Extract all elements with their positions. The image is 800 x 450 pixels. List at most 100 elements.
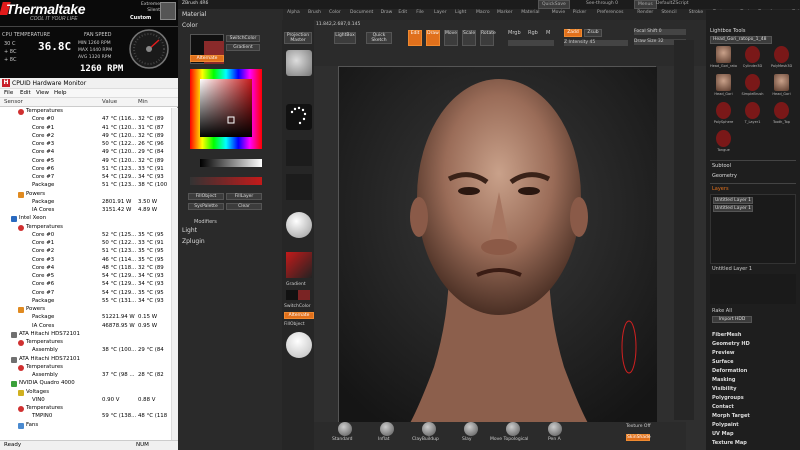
focal-shift-slider[interactable]: Focal Shift 0 [634,29,686,35]
sensor-row[interactable]: Package 51 °C (123... 38 °C (100 [0,182,170,190]
subpalette-fibermesh[interactable]: FiberMesh [712,332,741,338]
claybuildup-brush-icon[interactable] [422,422,436,436]
sensor-row[interactable]: Temperatures [0,339,170,347]
alternate-button[interactable]: Alternate [190,55,224,62]
menu-brush[interactable]: Brush [308,10,321,15]
quick-sketch-button[interactable]: Quick Sketch [366,32,392,44]
tool-thumbnail[interactable]: Head_Gori_ratopo [710,46,737,72]
sensor-row[interactable]: Fans [0,422,170,430]
sphere-thumbnail[interactable] [286,332,312,358]
menu-file[interactable]: File [4,90,13,96]
pen-a-brush-icon[interactable] [548,422,562,436]
menu-light[interactable]: Light [455,10,466,15]
sensor-row[interactable]: Core #0 52 °C (125... 35 °C (95 [0,232,170,240]
layer-item[interactable]: Untitled Layer 1 [713,205,753,212]
menu-macro[interactable]: Macro [476,10,490,15]
vertical-scrollbar[interactable] [171,108,178,440]
subpalette-polygroups[interactable]: Polygroups [712,395,744,401]
menu-draw[interactable]: Draw [381,10,393,15]
column-value[interactable]: Value [102,99,117,105]
sensor-row[interactable]: Package 2801.91 W 3.50 W [0,199,170,207]
sensor-row[interactable]: Temperatures [0,364,170,372]
rake-all-label[interactable]: Rake All [712,308,732,314]
subtool-section[interactable]: Subtool [712,163,731,169]
quicksave-button[interactable]: QuickSave [538,0,570,9]
subpalette-surface[interactable]: Surface [712,359,734,365]
color-panel-title[interactable]: Color [182,22,198,29]
subpalette-texture-map[interactable]: Texture Map [712,440,747,446]
sensor-row[interactable]: Temperatures [0,108,170,116]
fillobject-button[interactable]: FillObject [188,193,224,200]
tool-thumbnail[interactable]: Head_Gori [768,74,795,100]
tool-thumbnail[interactable]: T_Layer1 [739,102,766,128]
sensor-row[interactable]: Core #1 41 °C (120... 31 °C (87 [0,125,170,133]
tool-thumbnail[interactable]: PolyMesh3D [768,46,795,72]
switchcolor-label[interactable]: SwitchColor [284,304,311,309]
zadd-button[interactable]: Zadd [564,29,582,37]
menu-layer[interactable]: Layer [434,10,447,15]
modifiers-label[interactable]: Modifiers [194,219,217,225]
zsub-button[interactable]: Zsub [584,29,602,37]
column-min[interactable]: Min [138,99,148,105]
menu-color[interactable]: Color [329,10,341,15]
layers-section[interactable]: Layers [712,186,729,192]
move-topological-brush-icon[interactable] [506,422,520,436]
sensor-row[interactable]: Intel Xeon [0,215,170,223]
sensor-row[interactable]: Core #3 46 °C (114... 35 °C (95 [0,257,170,265]
inflat-brush-icon[interactable] [380,422,394,436]
sensor-row[interactable]: Core #4 49 °C (120... 29 °C (84 [0,149,170,157]
filllayer-button[interactable]: FillLayer [226,193,262,200]
slay-brush-icon[interactable] [464,422,478,436]
sensor-row[interactable]: ATA Hitachi HDS72101 [0,331,170,339]
lightbox-tools-title[interactable]: Lightbox Tools [710,28,745,34]
sensor-row[interactable]: Temperatures [0,405,170,413]
menu-edit[interactable]: Edit [20,90,31,96]
sensor-row[interactable]: IA Cores 3151.42 W 4.89 W [0,207,170,215]
skinshade-material-button[interactable]: SkinShade [626,434,651,441]
m-toggle[interactable]: M [546,30,550,36]
sensor-row[interactable]: Core #3 50 °C (122... 26 °C (96 [0,141,170,149]
sensor-row[interactable]: Core #7 54 °C (129... 35 °C (95 [0,290,170,298]
seethrough-slider[interactable]: See-through 0 [586,1,618,6]
default-zscript-button[interactable]: DefaultZScript [656,1,689,6]
sensor-row[interactable]: Core #0 47 °C (116... 32 °C (89 [0,116,170,124]
sensor-row[interactable]: Assembly 37 °C (98 ... 28 °C (82 [0,372,170,380]
menu-marker[interactable]: Marker [497,10,513,15]
sensor-row[interactable]: IA Cores 46878.95 W 0.95 W [0,323,170,331]
sensor-row[interactable]: Powers [0,306,170,314]
tool-thumbnail[interactable]: Tooth_Top [768,102,795,128]
texture-thumbnail[interactable] [286,174,312,200]
lightbox-button[interactable]: LightBox [334,32,356,44]
sensor-row[interactable]: Core #5 54 °C (129... 34 °C (93 [0,273,170,281]
sensor-row[interactable]: Temperatures [0,224,170,232]
brush-label-slay[interactable]: Slay [462,437,472,442]
layer-controls[interactable] [710,274,796,304]
value-gradient-bar[interactable] [200,159,262,167]
tool-thumbnail[interactable]: SimpleBrush [739,74,766,100]
brush-label-move-topological[interactable]: Move Topological [490,437,528,442]
standard-brush-icon[interactable] [338,422,352,436]
sensor-row[interactable]: Core #2 49 °C (120... 32 °C (89 [0,133,170,141]
tool-thumbnail[interactable]: PolySphere [710,102,737,128]
sensor-row[interactable]: Core #1 50 °C (122... 33 °C (91 [0,240,170,248]
subpalette-uv-map[interactable]: UV Map [712,431,734,437]
color-picker[interactable] [190,69,262,149]
stroke-thumbnail[interactable] [286,104,312,130]
tool-thumbnail[interactable]: Cylinder3D [739,46,766,72]
profile-silent[interactable]: Silent [132,8,160,14]
sensor-row[interactable]: Assembly 38 °C (100... 29 °C (84 [0,347,170,355]
rgb-intensity-slider[interactable] [508,40,554,46]
sculpted-head-model[interactable] [339,67,657,425]
menu-alpha[interactable]: Alpha [287,10,300,15]
brush-label-inflat[interactable]: Inflat [378,437,390,442]
geometry-section[interactable]: Geometry [712,173,737,179]
import-hdd-button[interactable]: Import HDD [712,316,752,323]
projection-master-button[interactable]: Projection Master [284,32,312,44]
brush-label-pen-a[interactable]: Pen A [548,437,561,442]
tool-thumbnail[interactable]: Tongue [710,130,737,156]
gradient-label[interactable]: Gradient [286,282,306,287]
sensor-row[interactable]: VIN0 0.90 V 0.88 V [0,397,170,405]
sensor-row[interactable]: Core #7 54 °C (129... 34 °C (93 [0,174,170,182]
tool-thumbnail[interactable]: Head_Gori [710,74,737,100]
sensor-row[interactable]: Core #2 51 °C (123... 35 °C (95 [0,248,170,256]
